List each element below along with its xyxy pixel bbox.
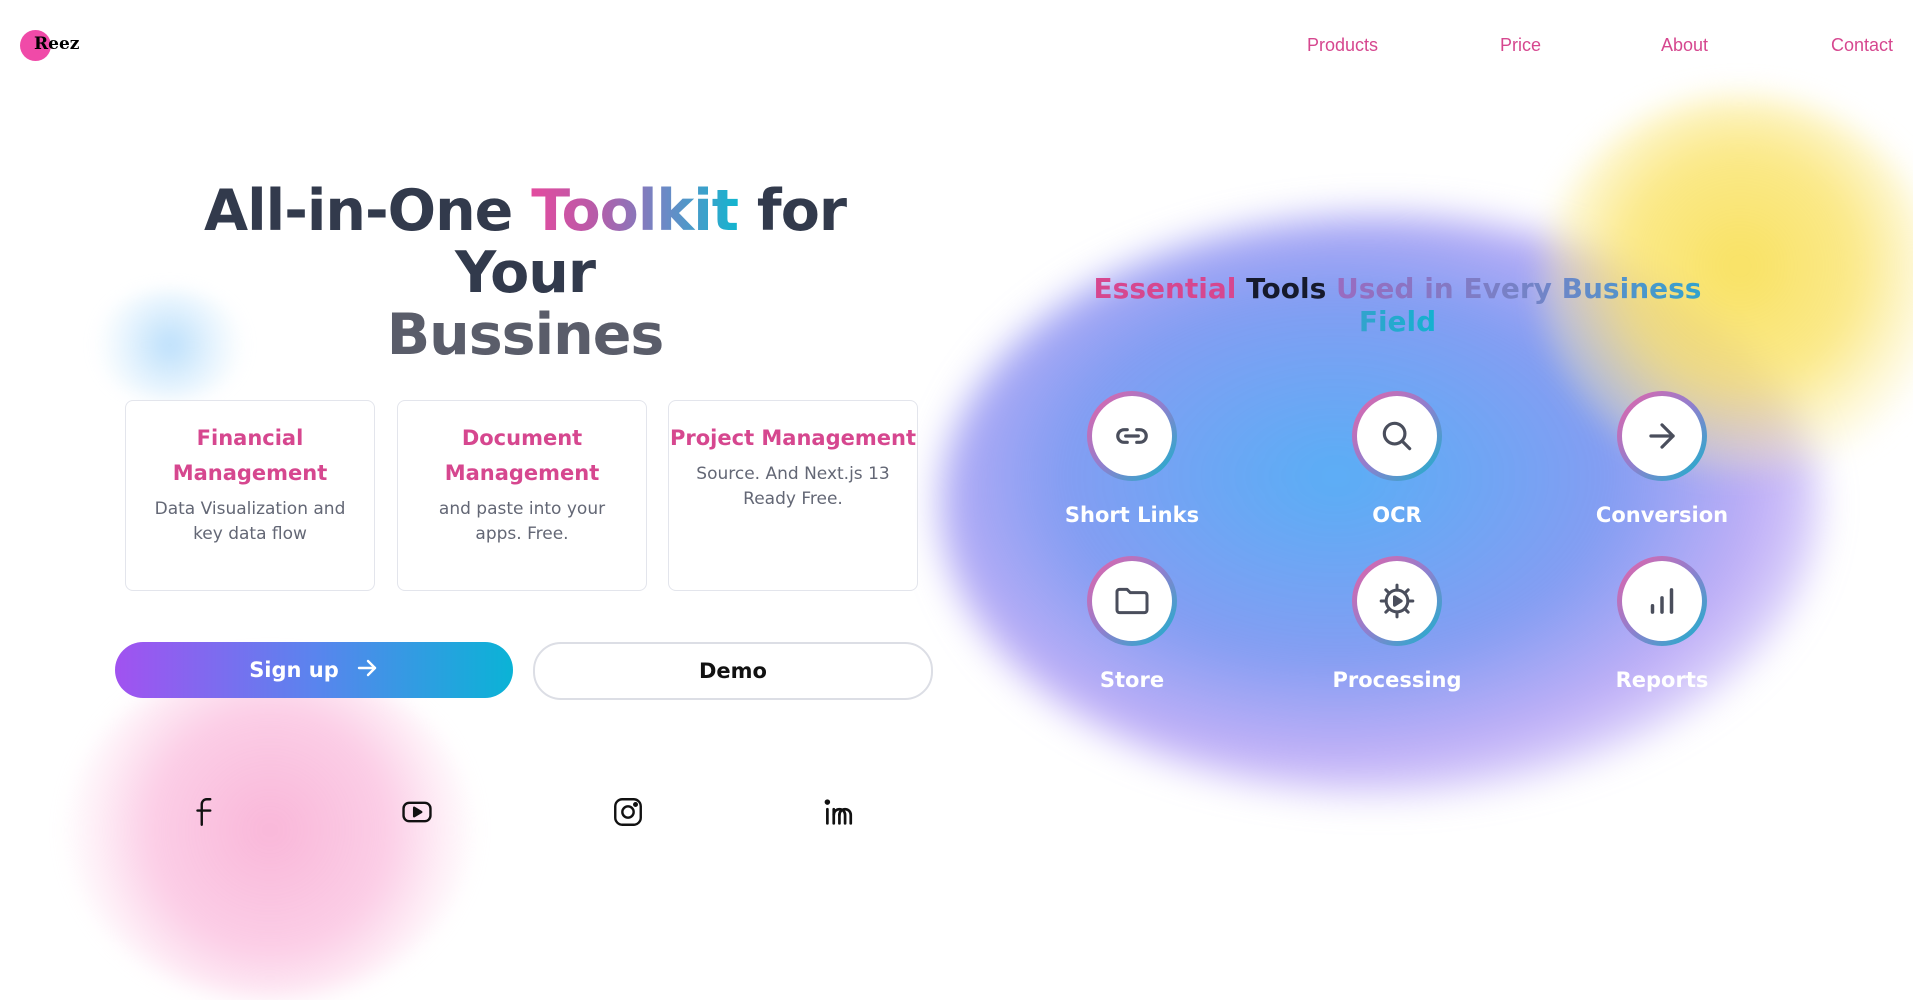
tools-heading-rest: Used in Every Business Field: [1336, 272, 1702, 338]
logo-text[interactable]: Reez: [34, 34, 79, 54]
instagram-icon[interactable]: [611, 795, 645, 829]
demo-label: Demo: [699, 659, 767, 683]
folder-icon: [1092, 561, 1172, 641]
demo-button[interactable]: Demo: [533, 642, 933, 700]
tool-label: OCR: [1372, 503, 1422, 527]
nav-price[interactable]: Price: [1500, 35, 1541, 56]
tool-ocr[interactable]: OCR: [1297, 391, 1497, 527]
tool-icon-button[interactable]: [1617, 556, 1707, 646]
card-title: Project Management: [670, 426, 916, 450]
arrow-right-icon: [1622, 396, 1702, 476]
tool-label: Processing: [1332, 668, 1462, 692]
feature-card-document: Document Management and paste into your …: [397, 400, 647, 591]
tool-icon-button[interactable]: [1087, 391, 1177, 481]
feature-card-project: Project Management Source. And Next.js 1…: [668, 400, 918, 591]
hero-title-line2: Bussines: [386, 302, 665, 368]
tool-icon-button[interactable]: [1087, 556, 1177, 646]
background-pink-blob: [70, 660, 470, 1000]
linkedin-icon[interactable]: [821, 795, 855, 829]
gear-icon: [1357, 561, 1437, 641]
card-description: Data Visualization and key data flow: [154, 499, 346, 544]
tool-label: Store: [1099, 668, 1165, 692]
tool-label: Reports: [1615, 668, 1709, 692]
nav-contact[interactable]: Contact: [1831, 35, 1893, 56]
hero-title-highlight: Toolkit: [531, 178, 739, 244]
card-title: Financial Management: [172, 426, 328, 485]
bar-chart-icon: [1622, 561, 1702, 641]
tool-label: Short Links: [1064, 503, 1200, 527]
hero-title-part1: All-in-One: [204, 178, 532, 244]
card-title: Document Management: [444, 426, 600, 485]
tool-label: Conversion: [1595, 503, 1729, 527]
tool-conversion[interactable]: Conversion: [1562, 391, 1762, 527]
card-description: and paste into your apps. Free.: [438, 499, 606, 544]
nav-products[interactable]: Products: [1307, 35, 1378, 56]
signup-button[interactable]: Sign up: [115, 642, 513, 698]
youtube-icon[interactable]: [400, 795, 434, 829]
tool-icon-button[interactable]: [1617, 391, 1707, 481]
tool-store[interactable]: Store: [1032, 556, 1232, 692]
search-icon: [1357, 396, 1437, 476]
tool-reports[interactable]: Reports: [1562, 556, 1762, 692]
tool-icon-button[interactable]: [1352, 391, 1442, 481]
card-description: Source. And Next.js 13 Ready Free.: [696, 464, 890, 509]
facebook-icon[interactable]: [189, 795, 223, 829]
hero-title: All-in-One Toolkit for Your Bussines: [130, 180, 920, 366]
nav-about[interactable]: About: [1661, 35, 1708, 56]
tools-heading: Essential Tools Used in Every Business F…: [1060, 272, 1735, 338]
link-icon: [1092, 396, 1172, 476]
tools-heading-tools: Tools: [1246, 272, 1327, 305]
arrow-right-icon: [355, 656, 379, 685]
tool-icon-button[interactable]: [1352, 556, 1442, 646]
signup-label: Sign up: [249, 658, 339, 682]
tool-short-links[interactable]: Short Links: [1032, 391, 1232, 527]
tool-processing[interactable]: Processing: [1297, 556, 1497, 692]
tools-heading-essential: Essential: [1093, 272, 1237, 305]
feature-card-financial: Financial Management Data Visualization …: [125, 400, 375, 591]
